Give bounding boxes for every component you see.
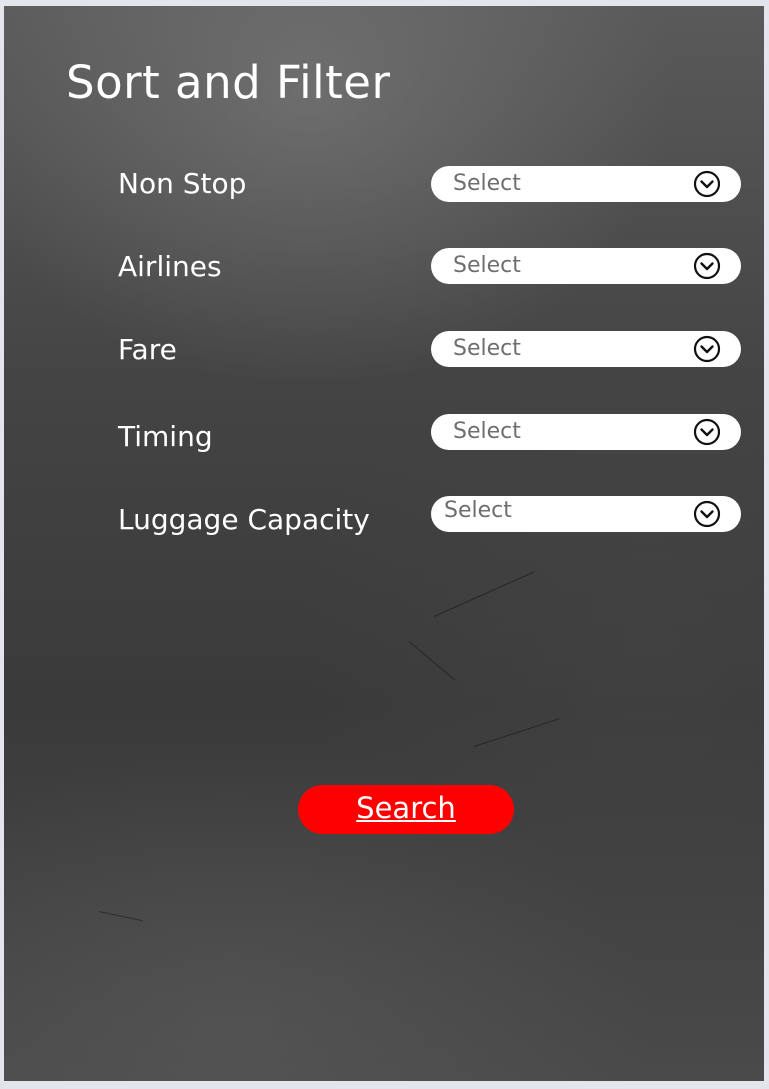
search-button-label: Search <box>356 791 456 825</box>
select-value: Select <box>453 336 521 361</box>
select-value: Select <box>453 253 521 278</box>
filter-label-timing: Timing <box>118 420 213 453</box>
sort-filter-panel: Sort and Filter Non Stop Select Airlines… <box>4 6 764 1081</box>
filter-label-fare: Fare <box>118 333 177 366</box>
filter-label-luggage-capacity: Luggage Capacity <box>118 503 370 536</box>
chevron-down-circle-icon <box>693 335 721 363</box>
select-value: Select <box>444 498 512 523</box>
texture-crack <box>433 571 535 617</box>
page-title: Sort and Filter <box>66 56 391 109</box>
chevron-down-circle-icon <box>693 252 721 280</box>
chevron-down-circle-icon <box>693 500 721 528</box>
fare-select[interactable]: Select <box>431 331 741 367</box>
airlines-select[interactable]: Select <box>431 248 741 284</box>
texture-crack <box>408 641 456 681</box>
select-value: Select <box>453 171 521 196</box>
chevron-down-circle-icon <box>693 418 721 446</box>
search-button[interactable]: Search <box>298 785 514 834</box>
texture-crack <box>473 718 560 747</box>
texture-crack <box>98 911 144 922</box>
select-value: Select <box>453 419 521 444</box>
non-stop-select[interactable]: Select <box>431 166 741 202</box>
timing-select[interactable]: Select <box>431 414 741 450</box>
filter-label-airlines: Airlines <box>118 250 222 283</box>
chevron-down-circle-icon <box>693 170 721 198</box>
luggage-capacity-select[interactable]: Select <box>431 496 741 532</box>
filter-label-non-stop: Non Stop <box>118 167 247 200</box>
